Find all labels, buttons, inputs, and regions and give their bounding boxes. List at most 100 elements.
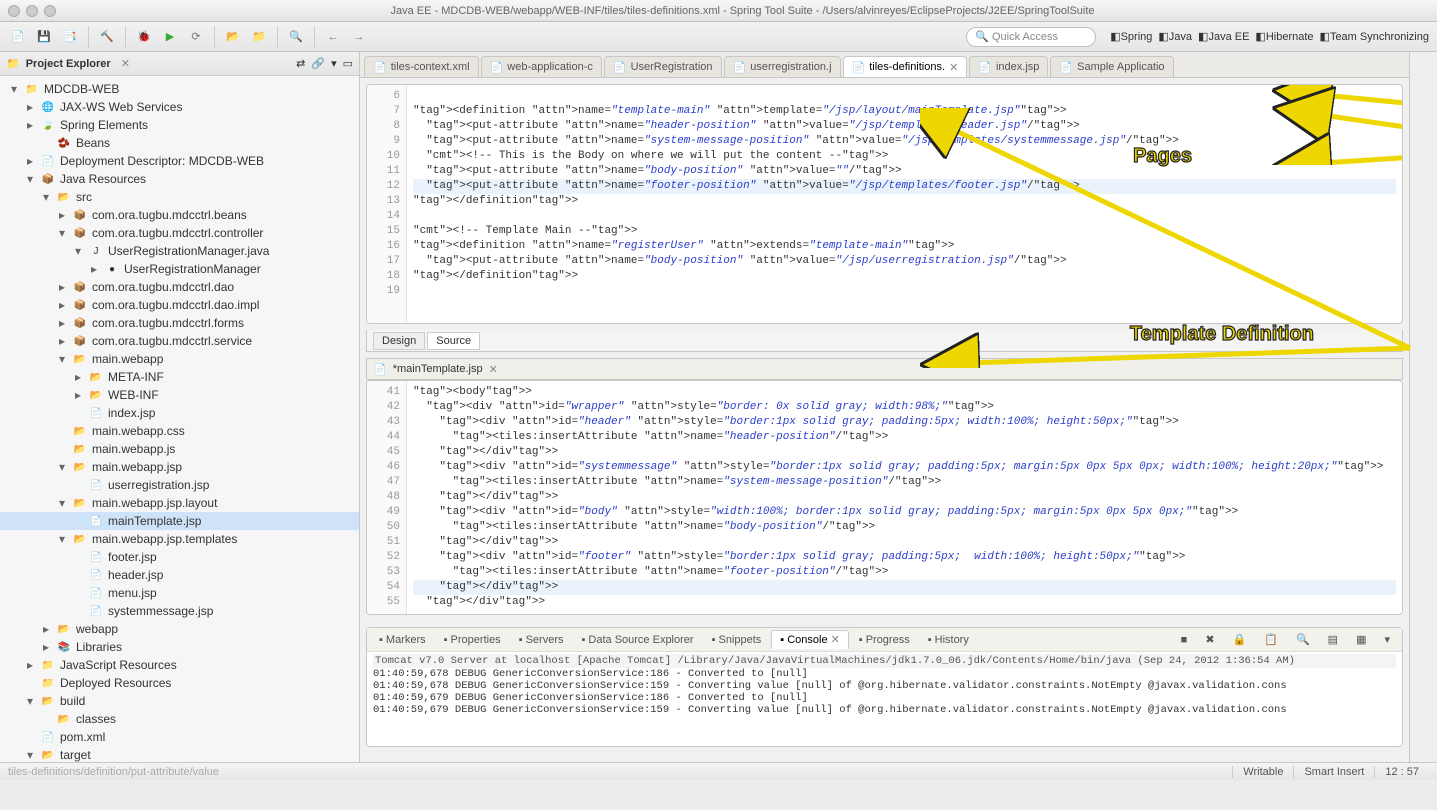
console-tab-data-source-explorer[interactable]: ▪ Data Source Explorer	[574, 632, 702, 648]
tree-node[interactable]: ▸📦com.ora.tugbu.mdcctrl.forms	[0, 314, 359, 332]
tree-node[interactable]: ▾📦Java Resources	[0, 170, 359, 188]
tree-node[interactable]: 📄menu.jsp	[0, 584, 359, 602]
console-tab-servers[interactable]: ▪ Servers	[511, 632, 572, 648]
tree-node[interactable]: 📄mainTemplate.jsp	[0, 512, 359, 530]
tree-node[interactable]: ▸●UserRegistrationManager	[0, 260, 359, 278]
code-area[interactable]: "tag"><body"tag">> "tag"><div "attn">id=…	[407, 381, 1402, 614]
new-server-icon[interactable]: 📂	[223, 27, 243, 47]
run-icon[interactable]: ▶	[160, 27, 180, 47]
quick-access-input[interactable]: 🔍 Quick Access	[966, 27, 1096, 47]
minimize-window-icon[interactable]	[26, 5, 38, 17]
perspective-spring[interactable]: ◧Spring	[1110, 30, 1152, 43]
tree-node[interactable]: ▾📂main.webapp.jsp.templates	[0, 530, 359, 548]
annotation-pages: Pages	[1133, 145, 1192, 168]
tree-node[interactable]: 📂main.webapp.css	[0, 422, 359, 440]
editor-tab[interactable]: 📄web-application-c	[481, 56, 602, 77]
tree-node[interactable]: ▾📁MDCDB-WEB	[0, 80, 359, 98]
tree-node[interactable]: ▸📚Libraries	[0, 638, 359, 656]
tree-node[interactable]: ▾📂main.webapp.jsp.layout	[0, 494, 359, 512]
save-icon[interactable]: 💾	[34, 27, 54, 47]
zoom-window-icon[interactable]	[44, 5, 56, 17]
tree-node[interactable]: ▾📂src	[0, 188, 359, 206]
tree-node[interactable]: 🫘Beans	[0, 134, 359, 152]
tree-node[interactable]: ▾📂main.webapp.jsp	[0, 458, 359, 476]
tree-node[interactable]: ▸📁JavaScript Resources	[0, 656, 359, 674]
tree-node[interactable]: ▸📦com.ora.tugbu.mdcctrl.dao	[0, 278, 359, 296]
window-controls[interactable]	[8, 5, 56, 17]
tree-node[interactable]: 📂main.webapp.js	[0, 440, 359, 458]
perspective-team-synchronizing[interactable]: ◧Team Synchronizing	[1320, 30, 1429, 43]
new-icon[interactable]: 📄	[8, 27, 28, 47]
console-toolbar-icon[interactable]: 🔒	[1225, 631, 1255, 648]
console-tab-history[interactable]: ▪ History	[920, 632, 977, 648]
run-last-icon[interactable]: ⟳	[186, 27, 206, 47]
editor-tab[interactable]: 📄userregistration.j	[724, 56, 841, 77]
editor-tab[interactable]: 📄Sample Applicatio	[1050, 56, 1173, 77]
tree-node[interactable]: 📄systemmessage.jsp	[0, 602, 359, 620]
console-toolbar-icon[interactable]: ✖	[1197, 631, 1222, 648]
collapse-all-icon[interactable]: ⇄	[296, 57, 305, 70]
console-tab-progress[interactable]: ▪ Progress	[851, 632, 918, 648]
tree-node[interactable]: ▾📂main.webapp	[0, 350, 359, 368]
open-type-icon[interactable]: 📁	[249, 27, 269, 47]
tree-node[interactable]: 📁Deployed Resources	[0, 674, 359, 692]
tree-node[interactable]: ▾JUserRegistrationManager.java	[0, 242, 359, 260]
tree-node[interactable]: ▸📂webapp	[0, 620, 359, 638]
console-tab-markers[interactable]: ▪ Markers	[371, 632, 434, 648]
tree-node[interactable]: ▸🌐JAX-WS Web Services	[0, 98, 359, 116]
tree-node[interactable]: ▸📄Deployment Descriptor: MDCDB-WEB	[0, 152, 359, 170]
search-icon[interactable]: 🔍	[286, 27, 306, 47]
nav-fwd-icon[interactable]: →	[349, 27, 369, 47]
nav-back-icon[interactable]: ←	[323, 27, 343, 47]
console-toolbar-icon[interactable]: ▤	[1320, 631, 1346, 648]
editor-tab[interactable]: 📄tiles-context.xml	[364, 56, 479, 77]
tab-design[interactable]: Design	[373, 332, 425, 350]
console-tab-snippets[interactable]: ▪ Snippets	[704, 632, 770, 648]
console-toolbar-icon[interactable]: ▦	[1348, 631, 1374, 648]
console-tab-properties[interactable]: ▪ Properties	[436, 632, 509, 648]
right-trim-bar[interactable]	[1409, 52, 1437, 762]
editor-tab-bar[interactable]: 📄tiles-context.xml📄web-application-c📄Use…	[360, 52, 1409, 78]
tree-node[interactable]: 📄userregistration.jsp	[0, 476, 359, 494]
minimize-icon[interactable]: ▭	[343, 57, 353, 70]
debug-icon[interactable]: 🐞	[134, 27, 154, 47]
code-area[interactable]: "tag"><definition "attn">name="template-…	[407, 85, 1402, 323]
close-window-icon[interactable]	[8, 5, 20, 17]
tree-node[interactable]: ▾📦com.ora.tugbu.mdcctrl.controller	[0, 224, 359, 242]
editor-tab[interactable]: 📄UserRegistration	[604, 56, 722, 77]
tree-node[interactable]: ▸📦com.ora.tugbu.mdcctrl.dao.impl	[0, 296, 359, 314]
console-tab-bar[interactable]: ▪ Markers▪ Properties▪ Servers▪ Data Sou…	[367, 628, 1402, 652]
perspective-java[interactable]: ◧Java	[1158, 30, 1192, 43]
tab-source[interactable]: Source	[427, 332, 480, 350]
tree-node[interactable]: ▸📦com.ora.tugbu.mdcctrl.service	[0, 332, 359, 350]
tree-node[interactable]: ▸📂WEB-INF	[0, 386, 359, 404]
link-editor-icon[interactable]: 🔗	[311, 57, 325, 70]
editor-tab-maintemplate[interactable]: 📄 *mainTemplate.jsp ✕	[366, 358, 1403, 380]
editor-tab[interactable]: 📄index.jsp	[969, 56, 1048, 77]
close-icon[interactable]: ✕	[489, 363, 498, 376]
tree-node[interactable]: ▸📦com.ora.tugbu.mdcctrl.beans	[0, 206, 359, 224]
tree-node[interactable]: ▾📂build	[0, 692, 359, 710]
console-toolbar-icon[interactable]: 📋	[1256, 631, 1286, 648]
tree-node[interactable]: 📂classes	[0, 710, 359, 728]
tree-node[interactable]: 📄index.jsp	[0, 404, 359, 422]
view-menu-icon[interactable]: ▾	[331, 57, 337, 70]
tree-node[interactable]: 📄footer.jsp	[0, 548, 359, 566]
save-all-icon[interactable]: 📑	[60, 27, 80, 47]
console-toolbar-icon[interactable]: ■	[1173, 632, 1196, 648]
console-output[interactable]: Tomcat v7.0 Server at localhost [Apache …	[367, 652, 1402, 746]
editor-tab[interactable]: 📄tiles-definitions. ✕	[843, 56, 968, 77]
tree-node[interactable]: 📄header.jsp	[0, 566, 359, 584]
tree-node[interactable]: ▾📂target	[0, 746, 359, 762]
tree-node[interactable]: 📄pom.xml	[0, 728, 359, 746]
console-toolbar-icon[interactable]: 🔍	[1288, 631, 1318, 648]
perspective-hibernate[interactable]: ◧Hibernate	[1255, 30, 1313, 43]
console-toolbar-icon[interactable]: ▾	[1376, 631, 1398, 648]
project-tree[interactable]: ▾📁MDCDB-WEB▸🌐JAX-WS Web Services▸🍃Spring…	[0, 76, 359, 762]
perspective-java-ee[interactable]: ◧Java EE	[1198, 30, 1249, 43]
console-tab-console[interactable]: ▪ Console ✕	[771, 630, 848, 649]
tree-node[interactable]: ▸📂META-INF	[0, 368, 359, 386]
tree-node[interactable]: ▸🍃Spring Elements	[0, 116, 359, 134]
close-icon[interactable]: ✕	[121, 57, 130, 70]
build-icon[interactable]: 🔨	[97, 27, 117, 47]
